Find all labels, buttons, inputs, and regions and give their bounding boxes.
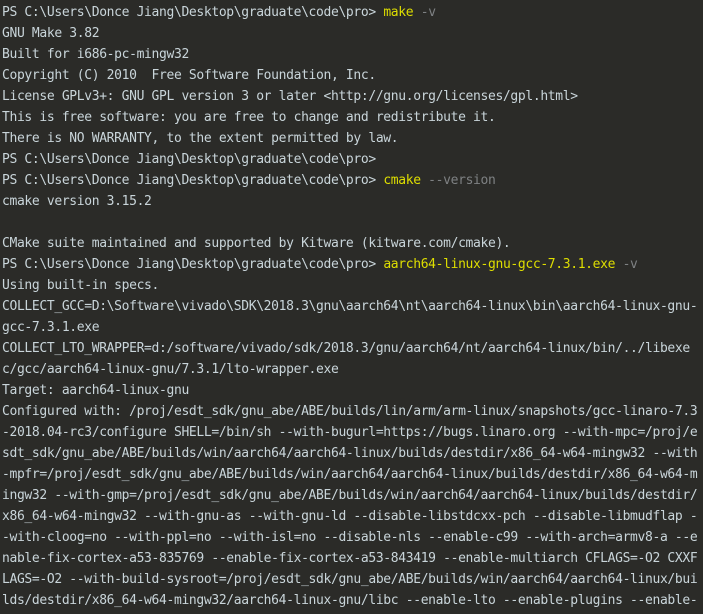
- command-name: aarch64-linux-gnu-gcc-7.3.1.exe: [383, 257, 616, 272]
- output-text: cmake version 3.15.2: [2, 194, 152, 209]
- output-line: Target: aarch64-linux-gnu: [2, 380, 703, 401]
- output-line: Configured with: /proj/esdt_sdk/gnu_abe/…: [2, 401, 703, 614]
- output-line: GNU Make 3.82: [2, 23, 703, 44]
- output-line: Copyright (C) 2010 Free Software Foundat…: [2, 65, 703, 86]
- command-name: cmake: [383, 173, 421, 188]
- output-text: Configured with: /proj/esdt_sdk/gnu_abe/…: [2, 404, 698, 608]
- output-text: Copyright (C) 2010 Free Software Foundat…: [2, 68, 376, 83]
- prompt-text: PS C:\Users\Donce Jiang\Desktop\graduate…: [2, 5, 384, 20]
- command-gcc: PS C:\Users\Donce Jiang\Desktop\graduate…: [2, 254, 703, 275]
- command-name: make: [383, 5, 414, 20]
- command-argument: -v: [615, 257, 638, 272]
- command-argument: --version: [420, 173, 496, 188]
- output-line: cmake version 3.15.2: [2, 191, 703, 212]
- prompt-text: PS C:\Users\Donce Jiang\Desktop\graduate…: [2, 152, 376, 167]
- output-line: There is NO WARRANTY, to the extent perm…: [2, 128, 703, 149]
- output-line: Using built-in specs.: [2, 275, 703, 296]
- output-text: This is free software: you are free to c…: [2, 110, 496, 125]
- output-text: Built for i686-pc-mingw32: [2, 47, 189, 62]
- output-text: License GPLv3+: GNU GPL version 3 or lat…: [2, 89, 578, 104]
- powershell-terminal[interactable]: PS C:\Users\Donce Jiang\Desktop\graduate…: [0, 0, 703, 614]
- command-cmake: PS C:\Users\Donce Jiang\Desktop\graduate…: [2, 170, 703, 191]
- output-text: Target: aarch64-linux-gnu: [2, 383, 189, 398]
- prompt-text: PS C:\Users\Donce Jiang\Desktop\graduate…: [2, 173, 384, 188]
- output-line: License GPLv3+: GNU GPL version 3 or lat…: [2, 86, 703, 107]
- output-text: COLLECT_LTO_WRAPPER=d:/software/vivado/s…: [2, 341, 690, 377]
- output-text: CMake suite maintained and supported by …: [2, 236, 511, 251]
- output-text: Using built-in specs.: [2, 278, 160, 293]
- output-line: Built for i686-pc-mingw32: [2, 44, 703, 65]
- command-argument: -v: [413, 5, 436, 20]
- output-blank: [2, 212, 703, 233]
- output-line: COLLECT_LTO_WRAPPER=d:/software/vivado/s…: [2, 338, 703, 380]
- output-line: CMake suite maintained and supported by …: [2, 233, 703, 254]
- output-text: GNU Make 3.82: [2, 26, 100, 41]
- prompt-empty: PS C:\Users\Donce Jiang\Desktop\graduate…: [2, 149, 703, 170]
- output-line: This is free software: you are free to c…: [2, 107, 703, 128]
- prompt-text: PS C:\Users\Donce Jiang\Desktop\graduate…: [2, 257, 384, 272]
- command-make: PS C:\Users\Donce Jiang\Desktop\graduate…: [2, 2, 703, 23]
- output-line: COLLECT_GCC=D:\Software\vivado\SDK\2018.…: [2, 296, 703, 338]
- output-text: There is NO WARRANTY, to the extent perm…: [2, 131, 399, 146]
- output-text: COLLECT_GCC=D:\Software\vivado\SDK\2018.…: [2, 299, 698, 335]
